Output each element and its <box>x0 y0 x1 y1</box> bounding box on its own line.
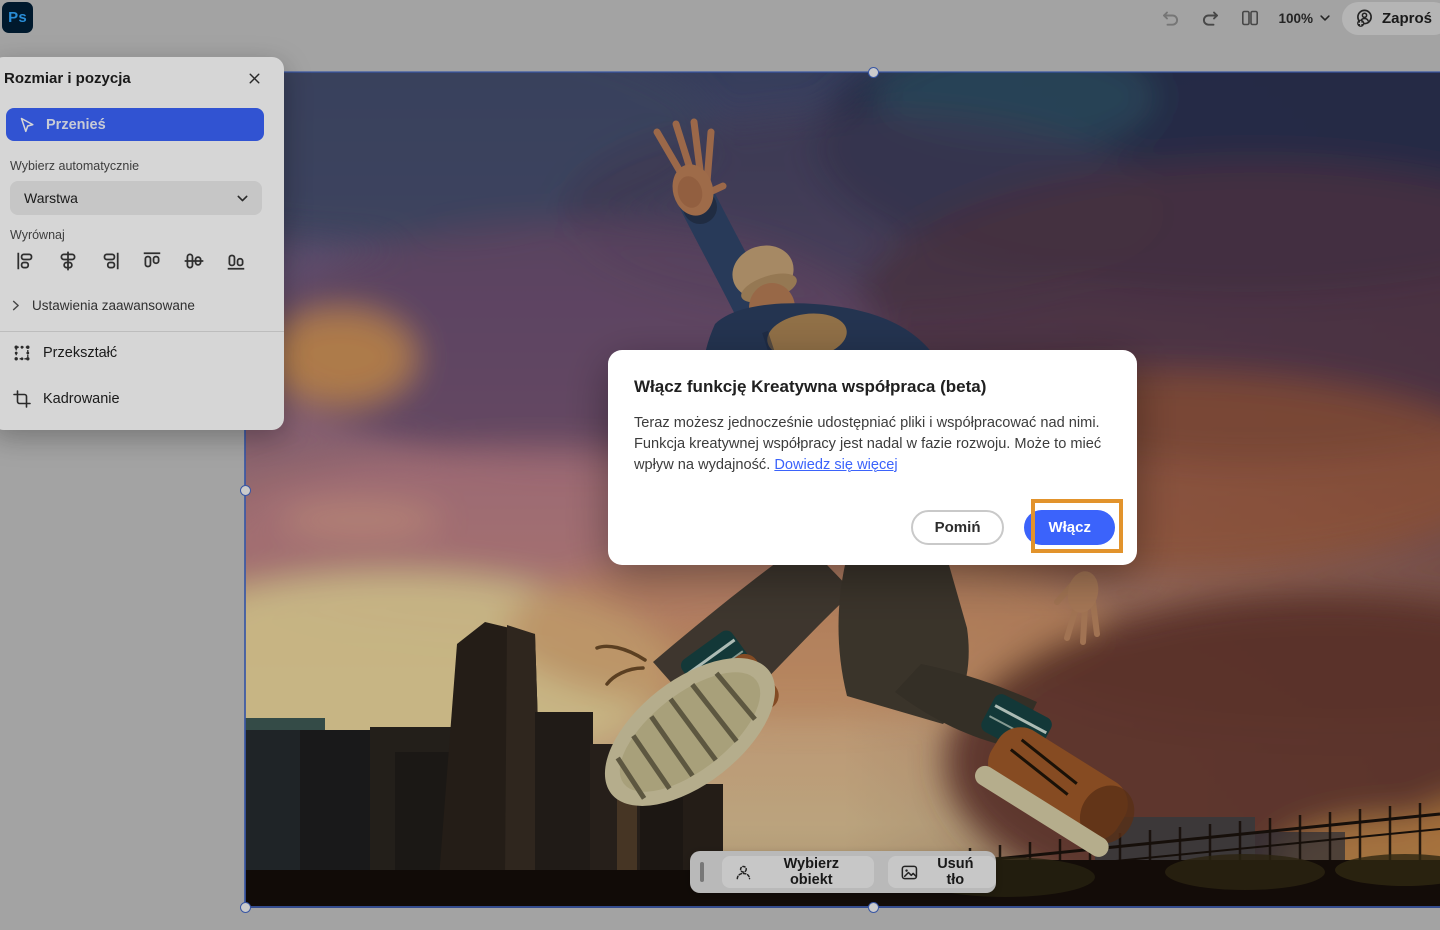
highlight-annotation <box>1031 499 1123 553</box>
dialog-title: Włącz funkcję Kreatywna współpraca (beta… <box>634 377 1111 397</box>
learn-more-link[interactable]: Dowiedz się więcej <box>774 457 897 473</box>
dialog-body: Teraz możesz jednocześnie udostępniać pl… <box>634 413 1114 476</box>
skip-button[interactable]: Pomiń <box>911 510 1005 545</box>
